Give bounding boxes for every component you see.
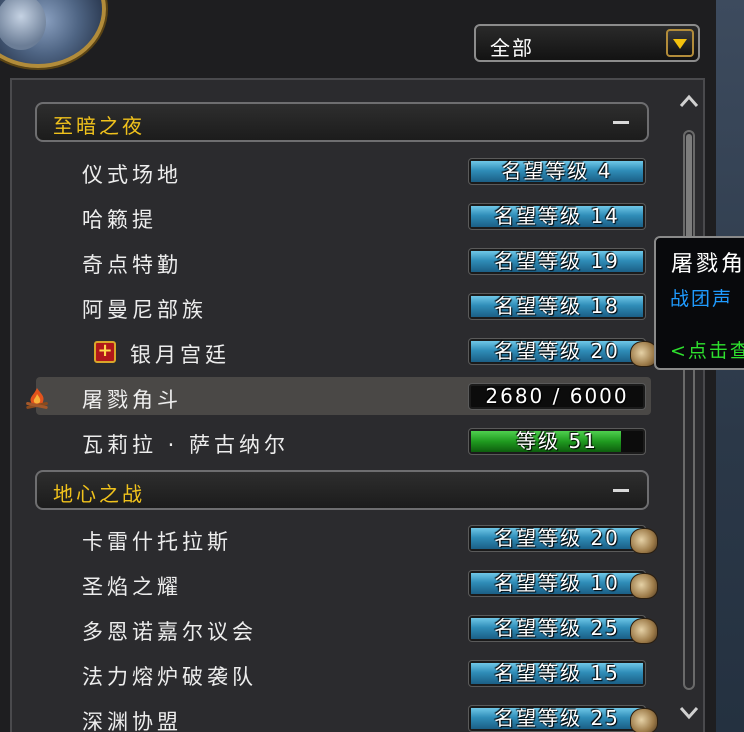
filter-selected-value: 全部	[490, 36, 534, 60]
faction-name[interactable]: 圣焰之耀	[82, 571, 182, 601]
reputation-bar[interactable]: 名望等级 10	[469, 571, 645, 596]
reputation-bar-text: 名望等级 25	[494, 616, 620, 640]
faction-name[interactable]: 多恩诺嘉尔议会	[82, 616, 257, 646]
section-header-war-within[interactable]: 地心之战	[35, 470, 649, 510]
reputation-bar-text: 名望等级 18	[494, 294, 620, 318]
reputation-bar-text: 名望等级 15	[494, 661, 620, 685]
reputation-bar[interactable]: 名望等级 25	[469, 706, 645, 731]
reputation-bar[interactable]: 名望等级 19	[469, 249, 645, 274]
campfire-icon	[26, 388, 48, 409]
scrollbar[interactable]	[678, 92, 700, 722]
faction-name[interactable]: 卡雷什托拉斯	[82, 526, 232, 556]
reputation-bar[interactable]: 名望等级 18	[469, 294, 645, 319]
section-title: 至暗之夜	[53, 114, 145, 138]
faction-name[interactable]: 哈籁提	[82, 204, 157, 234]
reputation-bar[interactable]: 名望等级 4	[469, 159, 645, 184]
faction-tooltip: 屠戮角 战团声 <点击查	[654, 236, 744, 370]
reward-bag-icon[interactable]	[630, 573, 658, 599]
character-portrait	[0, 0, 106, 68]
chevron-down-icon[interactable]	[666, 29, 694, 57]
reputation-bar-text: 等级 51	[516, 429, 598, 453]
faction-list: 至暗之夜 仪式场地 名望等级 4 哈籁提 名望等级 14 奇点特勤 名望等级 1…	[10, 78, 705, 732]
faction-name[interactable]: 奇点特勤	[82, 249, 182, 279]
reward-bag-icon[interactable]	[630, 708, 658, 732]
reputation-bar-text: 名望等级 4	[501, 159, 613, 183]
expand-plus-icon[interactable]: +	[94, 341, 116, 363]
reward-bag-icon[interactable]	[630, 528, 658, 554]
reputation-bar-text: 2680 / 6000	[485, 384, 629, 408]
section-header-midnight[interactable]: 至暗之夜	[35, 102, 649, 142]
faction-name[interactable]: 仪式场地	[82, 159, 182, 189]
reputation-bar[interactable]: 名望等级 14	[469, 204, 645, 229]
collapse-icon[interactable]	[613, 489, 629, 492]
collapse-icon[interactable]	[613, 121, 629, 124]
reputation-filter-dropdown[interactable]: 全部	[474, 24, 700, 62]
reputation-bar[interactable]: 名望等级 20	[469, 339, 645, 364]
portrait-face	[0, 0, 46, 50]
reputation-bar[interactable]: 名望等级 15	[469, 661, 645, 686]
faction-name[interactable]: 阿曼尼部族	[82, 294, 207, 324]
scroll-track[interactable]	[683, 130, 695, 690]
tooltip-hint: <点击查	[670, 340, 744, 362]
reputation-bar[interactable]: 名望等级 20	[469, 526, 645, 551]
reputation-bar[interactable]: 名望等级 25	[469, 616, 645, 641]
reputation-panel: 全部 至暗之夜 仪式场地 名望等级 4 哈籁提 名望等级 14 奇点特勤 名望等…	[0, 0, 719, 732]
faction-name[interactable]: 瓦莉拉 · 萨古纳尔	[82, 429, 289, 459]
section-title: 地心之战	[53, 482, 145, 506]
reward-bag-icon[interactable]	[630, 618, 658, 644]
renown-bar[interactable]: 等级 51	[469, 429, 645, 454]
reputation-bar-text: 名望等级 20	[494, 526, 620, 550]
reputation-bar[interactable]: 2680 / 6000	[469, 384, 645, 409]
reputation-bar-text: 名望等级 25	[494, 706, 620, 730]
faction-name[interactable]: 屠戮角斗	[82, 384, 182, 414]
scroll-down-icon[interactable]	[678, 704, 700, 722]
faction-name[interactable]: 银月宫廷	[130, 339, 230, 369]
faction-name[interactable]: 深渊协盟	[82, 706, 182, 732]
tooltip-title: 屠戮角	[671, 252, 744, 277]
faction-name[interactable]: 法力熔炉破袭队	[82, 661, 257, 691]
reputation-bar-text: 名望等级 19	[494, 249, 620, 273]
tooltip-subtitle: 战团声	[670, 288, 734, 310]
reputation-bar-text: 名望等级 14	[494, 204, 620, 228]
scroll-up-icon[interactable]	[678, 92, 700, 110]
reputation-bar-text: 名望等级 20	[494, 339, 620, 363]
reputation-bar-text: 名望等级 10	[494, 571, 620, 595]
